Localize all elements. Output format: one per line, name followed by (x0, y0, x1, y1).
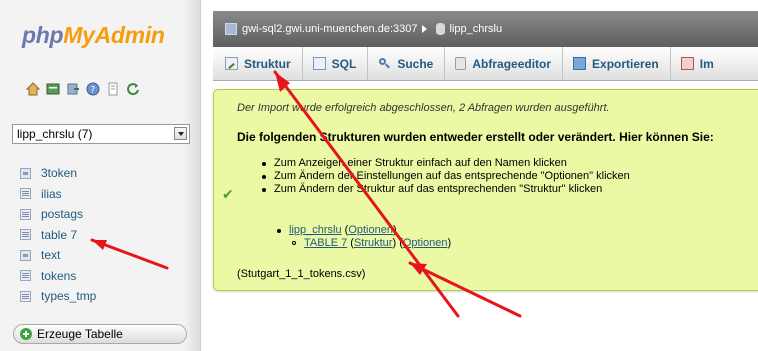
logout-icon[interactable] (66, 82, 80, 96)
add-icon (20, 328, 32, 340)
structure-tree: lipp_chrslu (Optionen) TABLE 7 (Struktur… (274, 224, 451, 250)
table-item-table-7[interactable]: table 7 (20, 225, 96, 246)
breadcrumb: gwi-sql2.gwi.uni-muenchen.de:3307 lipp_c… (213, 11, 758, 47)
sql-window-icon[interactable] (46, 82, 60, 96)
tab-suche[interactable]: Suche (368, 47, 446, 80)
success-notice: ✔ Der Import wurde erfolgreich abgeschlo… (213, 89, 758, 291)
import-success-message: Der Import wurde erfolgreich abgeschloss… (237, 102, 610, 114)
help-icon[interactable]: ? (86, 82, 100, 96)
tab-label: Abfrageeditor (472, 56, 552, 71)
tab-sql[interactable]: SQL (303, 47, 369, 80)
table-link[interactable]: tokens (41, 269, 76, 283)
checkmark-icon: ✔ (222, 186, 234, 202)
table-link[interactable]: 3token (41, 166, 77, 180)
nav-icon-bar: ? (25, 82, 140, 96)
database-select[interactable]: lipp_chrslu (7) (12, 124, 190, 144)
home-icon[interactable] (25, 82, 41, 96)
breadcrumb-separator-icon (421, 25, 427, 33)
tab-label: Im (699, 56, 714, 71)
table-list: 3token ilias postags table 7 text tokens… (20, 163, 96, 307)
imported-file-name: (Stutgart_1_1_tokens.csv) (237, 268, 366, 280)
docs-icon[interactable] (106, 82, 120, 96)
notice-heading: Die folgenden Strukturen wurden entweder… (237, 130, 714, 144)
instruction-list: Zum Anzeigen einer Struktur einfach auf … (259, 157, 630, 196)
view-icon (20, 249, 31, 261)
database-select-value: lipp_chrslu (7) (17, 127, 93, 141)
create-table-button[interactable]: Erzeuge Tabelle (13, 324, 187, 344)
table-link-table-7[interactable]: TABLE 7 (304, 237, 347, 249)
table-item-types-tmp[interactable]: types_tmp (20, 286, 96, 307)
svg-text:?: ? (91, 86, 96, 96)
table-icon (20, 229, 31, 241)
server-icon (225, 23, 237, 35)
tab-bar: Struktur SQL Suche Abfrageeditor Exporti… (213, 47, 758, 81)
instruction-item: Zum Anzeigen einer Struktur einfach auf … (259, 157, 630, 170)
table-row: TABLE 7 (Struktur) (Optionen) (274, 237, 451, 250)
tab-label: Exportieren (592, 56, 659, 71)
instruction-item: Zum Ändern der Einstellungen auf das ent… (259, 170, 630, 183)
table-item-ilias[interactable]: ilias (20, 184, 96, 205)
table-link[interactable]: text (41, 248, 60, 262)
table-link[interactable]: table 7 (41, 228, 77, 242)
query-icon (455, 57, 467, 70)
tab-exportieren[interactable]: Exportieren (563, 47, 671, 80)
export-icon (573, 57, 587, 70)
table-options-link[interactable]: Optionen (403, 237, 448, 249)
search-icon (378, 57, 391, 70)
phpmyadmin-logo[interactable]: phpMyAdmin (22, 22, 165, 49)
chevron-down-icon[interactable] (174, 127, 187, 140)
tab-label: Struktur (244, 56, 291, 71)
table-item-text[interactable]: text (20, 245, 96, 266)
table-item-tokens[interactable]: tokens (20, 266, 96, 287)
breadcrumb-database[interactable]: lipp_chrslu (450, 23, 503, 35)
tab-struktur[interactable]: Struktur (215, 47, 303, 80)
navigation-panel: phpMyAdmin ? lipp_chrslu (7) 3token ilia… (0, 0, 201, 351)
sql-icon (312, 57, 326, 70)
tab-label: SQL (331, 56, 357, 71)
table-item-postags[interactable]: postags (20, 204, 96, 225)
table-icon (20, 188, 31, 200)
table-icon (20, 208, 31, 220)
database-link[interactable]: lipp_chrslu (289, 224, 342, 236)
reload-icon[interactable] (126, 82, 140, 96)
tab-abfrageeditor[interactable]: Abfrageeditor (445, 47, 564, 80)
table-link[interactable]: types_tmp (41, 289, 96, 303)
breadcrumb-server[interactable]: gwi-sql2.gwi.uni-muenchen.de:3307 (242, 23, 418, 35)
structure-icon (225, 57, 238, 70)
database-row: lipp_chrslu (Optionen) (274, 224, 451, 237)
table-link[interactable]: ilias (41, 187, 62, 201)
import-icon (680, 57, 694, 70)
table-structure-link[interactable]: Struktur (354, 237, 393, 249)
instruction-item: Zum Ändern der Struktur auf das entsprec… (259, 183, 630, 196)
table-link[interactable]: postags (41, 207, 83, 221)
table-item-3token[interactable]: 3token (20, 163, 96, 184)
table-icon (20, 270, 31, 282)
create-table-label: Erzeuge Tabelle (37, 327, 123, 341)
tab-label: Suche (397, 56, 434, 71)
view-icon (20, 167, 31, 179)
database-icon (435, 23, 445, 35)
table-icon (20, 290, 31, 302)
tab-importieren[interactable]: Im (671, 47, 725, 80)
database-options-link[interactable]: Optionen (348, 224, 393, 236)
